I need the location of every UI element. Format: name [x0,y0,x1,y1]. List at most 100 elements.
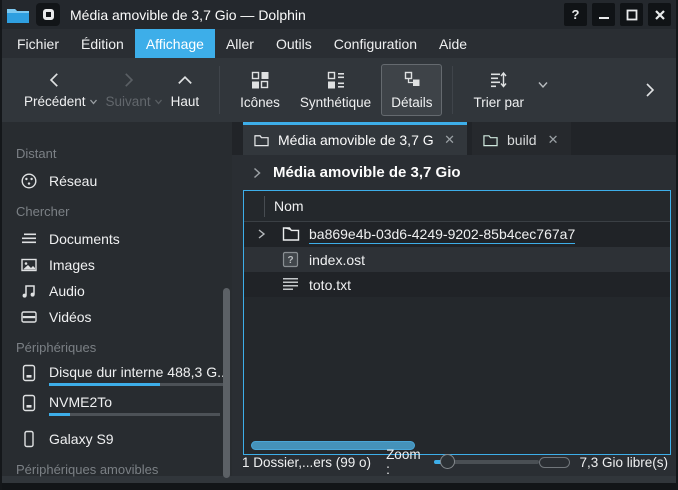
toolbar-separator [452,66,453,114]
minimize-icon [598,9,610,21]
details-view-button[interactable]: Détails [381,64,442,116]
dolphin-app-folder-icon [6,5,30,25]
section-header-chercher: Chercher [16,204,232,219]
details-view-icon [402,70,422,90]
document-lines-icon [19,230,38,248]
sidebar-item-nvme2to[interactable]: NVME2To [2,392,232,422]
expand-chevron-icon[interactable] [255,228,267,240]
sidebar-scrollbar[interactable] [223,288,230,478]
close-button[interactable] [648,3,671,26]
sidebar-item-label: Vidéos [49,309,92,325]
free-space-label: 7,3 Gio libre(s) [579,455,668,470]
menu-aller[interactable]: Aller [215,29,265,58]
zoom-slider-handle[interactable] [440,454,455,469]
chevron-right-icon [642,80,658,100]
content-area: Distant Réseau Chercher [2,122,676,476]
chevron-right-icon [119,71,137,89]
toolbar-overflow-button[interactable] [638,76,662,104]
tab-build[interactable]: build ✕ [472,122,571,155]
disk-usage-bar [49,413,220,416]
icons-view-icon [250,70,270,90]
music-note-icon [19,282,38,300]
menu-configuration[interactable]: Configuration [323,29,428,58]
chevron-right-icon [252,166,262,180]
file-row-folder[interactable]: ba869e4b-03d6-4249-9202-85b4cec767a7 [244,222,670,247]
dolphin-window: Média amovible de 3,7 Gio — Dolphin ? Fi… [0,0,678,490]
text-file-icon [282,277,299,292]
file-row-index-ost[interactable]: ? index.ost [244,247,670,272]
titlebar[interactable]: Média amovible de 3,7 Gio — Dolphin ? [2,0,676,29]
sort-by-button[interactable]: Trier par [463,64,534,116]
network-icon [19,172,38,190]
breadcrumb-location[interactable]: Média amovible de 3,7 Gio [273,164,461,181]
disk-usage-bar [49,383,229,386]
file-name: toto.txt [309,277,351,293]
menu-aide[interactable]: Aide [428,29,478,58]
places-panel: Distant Réseau Chercher [2,122,232,476]
sidebar-item-label: Réseau [49,173,97,189]
tab-close-icon[interactable]: ✕ [442,132,457,148]
icons-view-button[interactable]: Icônes [230,64,290,116]
tab-close-icon[interactable]: ✕ [546,132,561,148]
tab-media-amovible[interactable]: Média amovible de 3,7 Gio ✕ [243,122,467,155]
question-icon: ? [572,7,580,22]
window-bottom-edge [2,483,676,490]
film-icon [19,308,38,326]
folder-icon [254,134,269,147]
sidebar-item-label: Audio [49,283,85,299]
main-pane: Média amovible de 3,7 Gio ✕ build ✕ Médi… [232,122,676,476]
sidebar-item-label: Documents [49,231,120,247]
menu-edition[interactable]: Édition [70,29,135,58]
tab-bar: Média amovible de 3,7 Gio ✕ build ✕ [232,122,676,155]
menu-affichage[interactable]: Affichage [135,29,215,58]
section-header-amovibles: Périphériques amovibles [16,462,232,477]
maximize-button[interactable] [620,3,643,26]
sidebar-item-label: Galaxy S9 [49,431,114,447]
sidebar-item-label: NVME2To [49,394,112,410]
hard-drive-icon [19,364,38,382]
file-name: ba869e4b-03d6-4249-9202-85b4cec767a7 [309,226,575,244]
status-bar: 1 Dossier,...ers (99 o) Zoom : 7,3 Gio l… [232,448,676,476]
window-menu-button[interactable] [36,3,60,26]
sidebar-item-audio[interactable]: Audio [2,278,232,304]
folder-icon [282,226,300,242]
toolbar-separator [219,66,220,114]
unknown-file-icon: ? [282,251,299,268]
column-header-nom[interactable]: Nom [274,198,304,214]
section-header-distant: Distant [16,146,232,161]
selection-summary: 1 Dossier,...ers (99 o) [242,455,371,470]
sidebar-item-galaxy-s9[interactable]: Galaxy S9 [2,426,232,452]
file-view[interactable]: Nom [243,190,671,455]
up-button[interactable]: Haut [161,65,210,115]
sidebar-item-label: Images [49,257,95,273]
minimize-button[interactable] [592,3,615,26]
section-header-peripheriques: Périphériques [16,340,232,355]
svg-text:?: ? [287,255,293,266]
menu-fichier[interactable]: Fichier [6,29,70,58]
zoom-label: Zoom : [386,447,425,477]
menu-outils[interactable]: Outils [265,29,323,58]
sidebar-item-label: Disque dur interne 488,3 G... [49,364,229,380]
sidebar-item-videos[interactable]: Vidéos [2,304,232,330]
window-title: Média amovible de 3,7 Gio — Dolphin [70,7,559,23]
sidebar-item-disque-dur[interactable]: Disque dur interne 488,3 G... [2,362,232,392]
tab-label: build [507,132,537,148]
breadcrumb: Média amovible de 3,7 Gio [232,155,676,190]
folder-icon [483,134,498,147]
free-space-bar [539,457,571,468]
file-name: index.ost [309,252,365,268]
sidebar-item-reseau[interactable]: Réseau [2,168,232,194]
column-separator [264,196,265,217]
sidebar-item-images[interactable]: Images [2,252,232,278]
column-header-row: Nom [244,191,670,222]
caret-down-icon [537,81,549,89]
forward-button[interactable]: Suivant [96,65,161,115]
chevron-left-icon [46,71,64,89]
help-button[interactable]: ? [564,3,587,26]
zoom-slider[interactable] [434,453,538,471]
back-button[interactable]: Précédent [14,65,96,115]
compact-view-button[interactable]: Synthétique [290,64,381,116]
hard-drive-icon [19,394,38,412]
file-row-toto-txt[interactable]: toto.txt [244,272,670,297]
sidebar-item-documents[interactable]: Documents [2,226,232,252]
